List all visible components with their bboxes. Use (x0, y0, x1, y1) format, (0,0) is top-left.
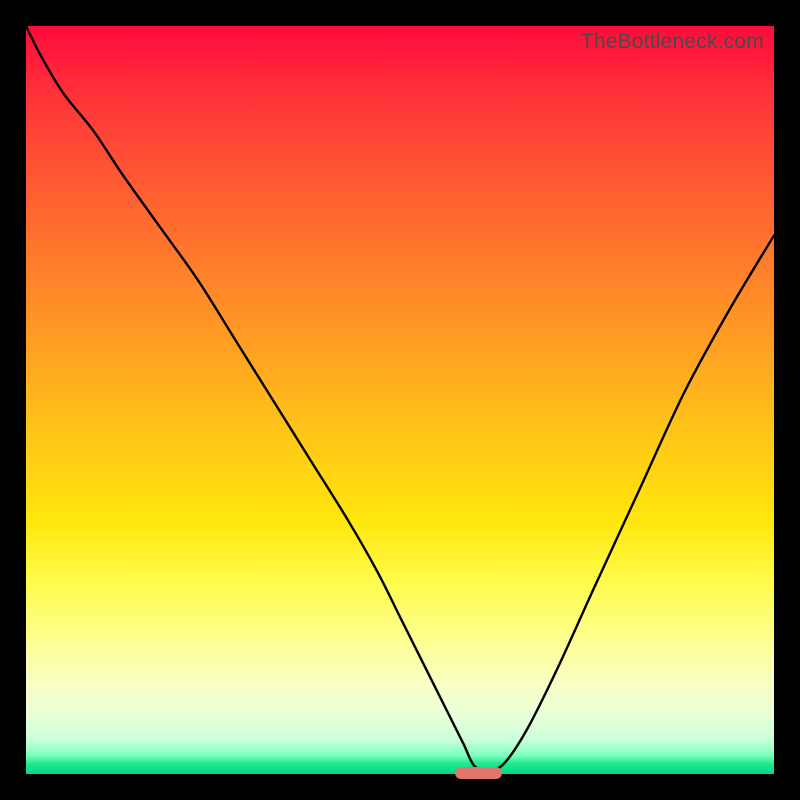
bottleneck-curve (26, 26, 774, 774)
chart-frame: TheBottleneck.com (0, 0, 800, 800)
plot-area: TheBottleneck.com (26, 26, 774, 774)
optimal-marker (455, 767, 501, 779)
